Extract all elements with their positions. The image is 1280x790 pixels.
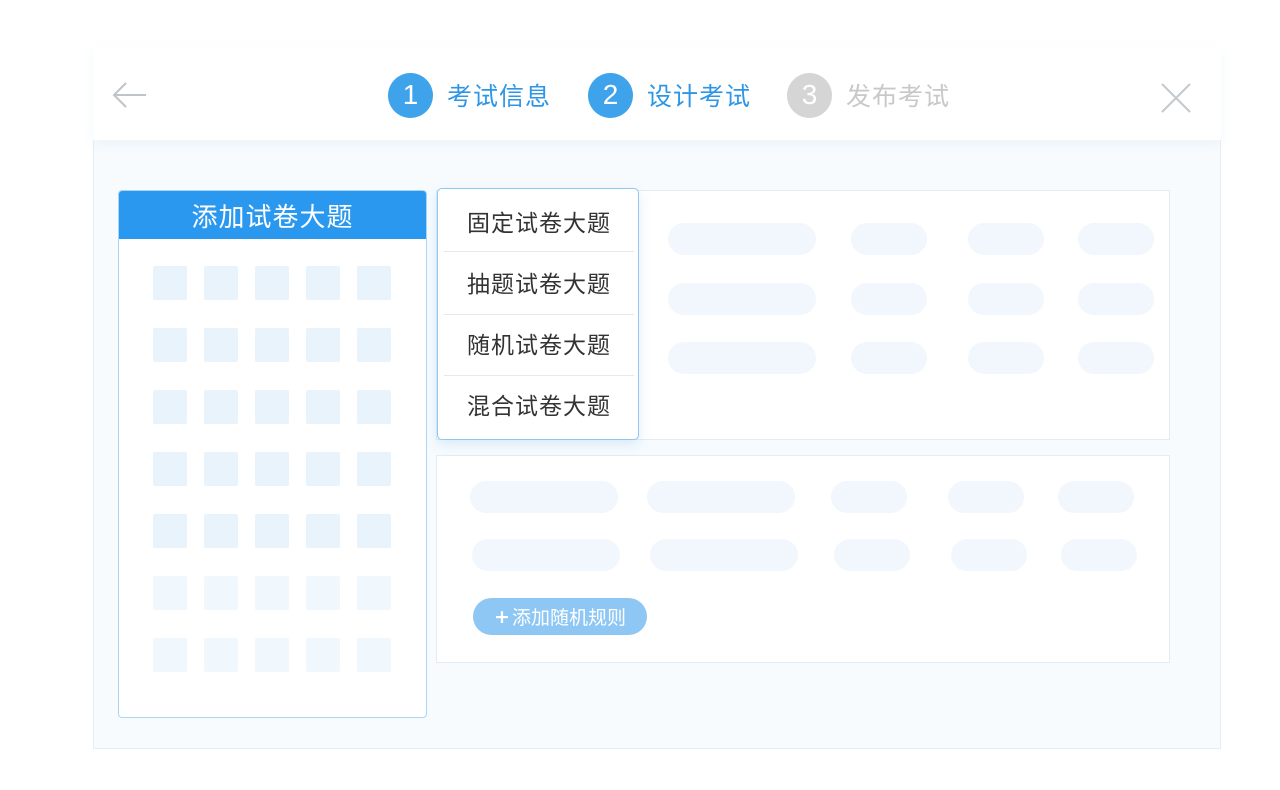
placeholder-cell (255, 452, 289, 486)
step-exam-info[interactable]: 1 考试信息 (388, 72, 551, 118)
placeholder-cell (357, 328, 391, 362)
placeholder-cell (306, 576, 340, 610)
placeholder-bar (668, 283, 816, 315)
add-random-rule-label: 添加随机规则 (511, 607, 626, 629)
placeholder-bar (968, 223, 1044, 255)
placeholder-cell (255, 576, 289, 610)
menu-item-mixed-section[interactable]: 混合试卷大题 (444, 374, 634, 434)
placeholder-cell (204, 514, 238, 548)
placeholder-cell (153, 390, 187, 424)
placeholder-cell (204, 452, 238, 486)
placeholder-cell (255, 514, 289, 548)
placeholder-cell (153, 638, 187, 672)
placeholder-cell (255, 390, 289, 424)
placeholder-cell (357, 452, 391, 486)
step-label: 考试信息 (447, 82, 552, 111)
placeholder-cell (153, 576, 187, 610)
placeholder-cell (153, 328, 187, 362)
placeholder-cell (306, 266, 340, 300)
menu-item-random-section[interactable]: 随机试卷大题 (444, 313, 634, 373)
question-section-panel: 添加试卷大题 (118, 190, 427, 718)
placeholder-bar (948, 481, 1024, 513)
add-random-rule-button[interactable]: + 添加随机规则 (473, 598, 647, 635)
placeholder-cell (306, 514, 340, 548)
placeholder-bar (1078, 223, 1154, 255)
placeholder-cell (306, 638, 340, 672)
section-type-dropdown: 固定试卷大题 抽题试卷大题 随机试卷大题 混合试卷大题 (437, 188, 639, 440)
add-section-title[interactable]: 添加试卷大题 (119, 191, 426, 239)
placeholder-cell (357, 390, 391, 424)
menu-item-fixed-section[interactable]: 固定试卷大题 (444, 191, 634, 251)
placeholder-bar (470, 481, 618, 513)
step-label: 设计考试 (647, 82, 752, 111)
placeholder-bar (1078, 342, 1154, 374)
placeholder-bar (851, 283, 927, 315)
placeholder-bar (951, 539, 1027, 571)
placeholder-bar (647, 481, 795, 513)
placeholder-cell (204, 576, 238, 610)
arrow-left-icon[interactable] (112, 80, 148, 110)
placeholder-cell (204, 328, 238, 362)
step-publish-exam[interactable]: 3 发布考试 (787, 72, 950, 118)
placeholder-cell (153, 514, 187, 548)
placeholder-bar (968, 342, 1044, 374)
step-number: 1 (388, 72, 433, 118)
placeholder-cell (306, 328, 340, 362)
plus-icon: + (494, 605, 510, 628)
placeholder-cell (204, 638, 238, 672)
placeholder-cell (153, 266, 187, 300)
placeholder-cell (153, 452, 187, 486)
placeholder-bar (472, 539, 620, 571)
placeholder-bar (851, 342, 927, 374)
step-label: 发布考试 (846, 82, 951, 111)
placeholder-cell (204, 390, 238, 424)
placeholder-bar (650, 539, 798, 571)
close-icon[interactable] (1160, 82, 1192, 114)
menu-item-drawn-section[interactable]: 抽题试卷大题 (444, 252, 634, 312)
step-design-exam[interactable]: 2 设计考试 (588, 72, 751, 118)
placeholder-cell (255, 266, 289, 300)
placeholder-cell (306, 390, 340, 424)
placeholder-bar (1058, 481, 1134, 513)
placeholder-cell (306, 452, 340, 486)
placeholder-cell (357, 576, 391, 610)
placeholder-cell (357, 638, 391, 672)
placeholder-cell (255, 328, 289, 362)
placeholder-grid (153, 266, 391, 672)
step-number: 2 (588, 72, 633, 118)
placeholder-bar (834, 539, 910, 571)
placeholder-cell (357, 266, 391, 300)
step-number: 3 (787, 72, 832, 118)
placeholder-bar (968, 283, 1044, 315)
placeholder-bar (1078, 283, 1154, 315)
placeholder-bar (668, 342, 816, 374)
placeholder-bar (851, 223, 927, 255)
placeholder-cell (204, 266, 238, 300)
placeholder-cell (357, 514, 391, 548)
placeholder-bar (668, 223, 816, 255)
placeholder-bar (831, 481, 907, 513)
placeholder-cell (255, 638, 289, 672)
placeholder-bar (1061, 539, 1137, 571)
